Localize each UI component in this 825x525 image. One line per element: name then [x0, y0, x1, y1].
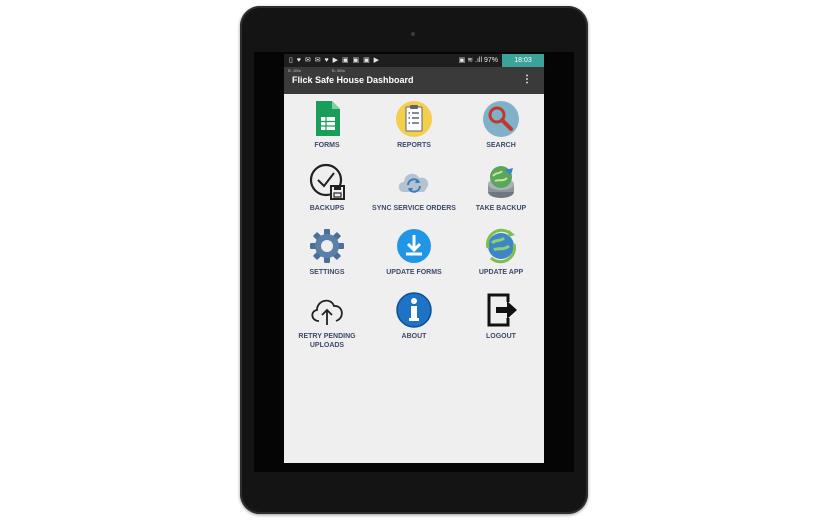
tile-logout[interactable]: LOGOUT [458, 290, 544, 341]
tile-label-line1: RETRY PENDING [298, 333, 356, 340]
app-screen: ▯ ♥ ✉ ✉ ♥ ▶ ▣ ▣ ▣ ▶ ▣ ≋ .ıll 97% 18:03 B… [284, 54, 544, 463]
tile-take-backup[interactable]: TAKE BACKUP [458, 162, 544, 213]
tile-label: TAKE BACKUP [475, 205, 527, 212]
tile-sync-service-orders[interactable]: SYNC SERVICE ORDERS [371, 162, 457, 213]
tile-forms[interactable]: FORMS [284, 99, 370, 150]
tile-label: RETRY PENDING UPLOADS [284, 332, 370, 350]
download-icon [397, 229, 431, 263]
tile-label: SEARCH [486, 142, 516, 149]
tile-retry-pending-uploads[interactable]: RETRY PENDING UPLOADS [284, 290, 370, 350]
tile-label: SYNC SERVICE ORDERS [372, 205, 456, 212]
tile-update-app[interactable]: UPDATE APP [458, 226, 544, 277]
app-bar: B: 1B/s B: 0B/s Flick Safe House Dashboa… [284, 67, 544, 94]
tile-label: FORMS [314, 142, 340, 149]
tile-label: UPDATE APP [478, 269, 524, 276]
tile-label: ABOUT [401, 333, 427, 340]
logout-icon [487, 293, 517, 327]
notification-icons: ▯ ♥ ✉ ✉ ♥ ▶ ▣ ▣ ▣ ▶ [289, 57, 381, 64]
speed-up: B: 1B/s [288, 68, 301, 73]
clock: 18:03 [502, 54, 544, 67]
tile-label: UPDATE FORMS [386, 269, 442, 276]
cloud-upload-icon [311, 299, 343, 325]
tile-label: BACKUPS [309, 205, 345, 212]
forms-icon [316, 101, 340, 136]
tile-label: LOGOUT [486, 333, 516, 340]
tile-backups[interactable]: BACKUPS [284, 162, 370, 213]
tile-update-forms[interactable]: UPDATE FORMS [371, 226, 457, 277]
backups-icon [309, 163, 345, 200]
sync-icon [398, 173, 429, 193]
system-indicators: ▣ ≋ .ıll 97% [458, 57, 498, 64]
take-backup-icon [488, 166, 514, 198]
search-icon [483, 101, 519, 137]
tile-label: SETTINGS [309, 269, 345, 276]
tile-about[interactable]: ABOUT [371, 290, 457, 341]
app-title: Flick Safe House Dashboard [292, 75, 414, 85]
reports-icon [396, 101, 432, 137]
update-app-icon [486, 228, 516, 264]
front-camera [411, 32, 415, 36]
tile-label-line2: UPLOADS [309, 342, 345, 349]
tile-search[interactable]: SEARCH [458, 99, 544, 150]
info-icon [396, 292, 432, 328]
status-bar: ▯ ♥ ✉ ✉ ♥ ▶ ▣ ▣ ▣ ▶ ▣ ≋ .ıll 97% 18:03 [284, 54, 544, 67]
tile-settings[interactable]: SETTINGS [284, 226, 370, 277]
gear-icon [310, 229, 344, 263]
network-speed: B: 1B/s B: 0B/s [288, 68, 375, 73]
tile-label: REPORTS [397, 142, 431, 149]
tile-reports[interactable]: REPORTS [371, 99, 457, 150]
overflow-menu-icon[interactable]: ⋮ [522, 74, 532, 85]
speed-down: B: 0B/s [332, 68, 345, 73]
